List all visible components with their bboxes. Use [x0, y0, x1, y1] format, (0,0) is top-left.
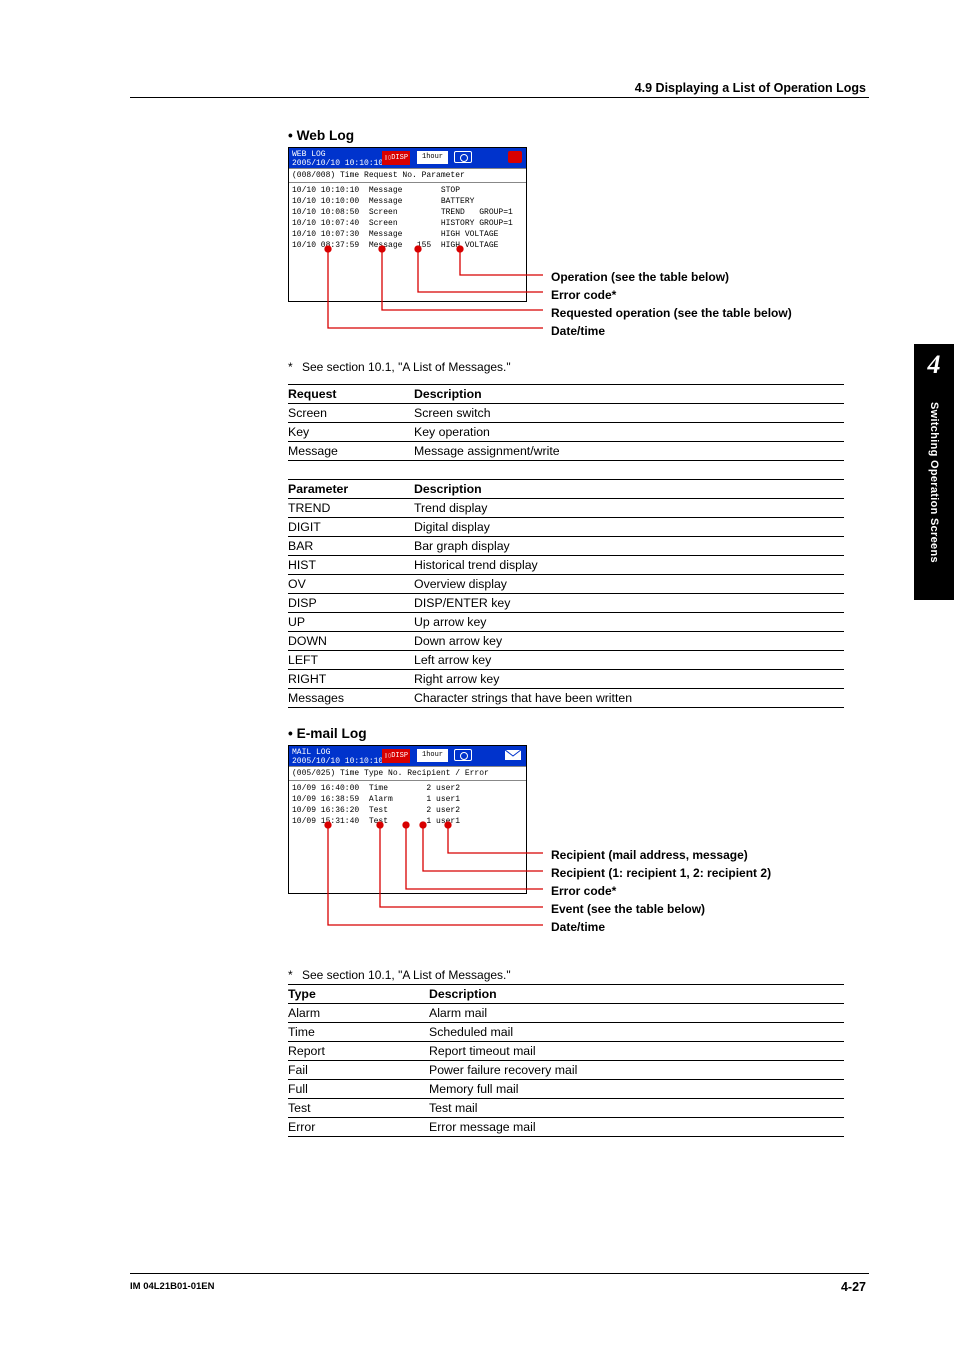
table-row: OVOverview display	[288, 575, 844, 594]
footer-doc-id: IM 04L21B01-01EN	[130, 1281, 214, 1292]
log-row: 10/09 16:38:59 Alarm 1 user1	[292, 794, 523, 805]
emaillog-body: 10/09 16:40:00 Time 2 user210/09 16:38:5…	[289, 781, 526, 847]
type-table: TypeDescription AlarmAlarm mailTimeSched…	[288, 984, 844, 1137]
disp-chip: ▯▯DISP	[382, 749, 410, 763]
mail-icon	[504, 749, 522, 761]
table-row: HISTHistorical trend display	[288, 556, 844, 575]
log-row: 10/09 16:36:20 Test 2 user2	[292, 805, 523, 816]
callout-recipient-msg: Recipient (mail address, message)	[551, 846, 771, 864]
emaillog-callout-labels: Recipient (mail address, message) Recipi…	[551, 846, 771, 936]
table-row: AlarmAlarm mail	[288, 1004, 844, 1023]
table-row: RIGHTRight arrow key	[288, 670, 844, 689]
log-row: 10/10 10:10:00 Message BATTERY	[292, 196, 523, 207]
callout-errorcode: Error code*	[551, 286, 792, 304]
table-row: FullMemory full mail	[288, 1080, 844, 1099]
table-row: TimeScheduled mail	[288, 1023, 844, 1042]
weblog-footnote: *See section 10.1, "A List of Messages."	[288, 360, 844, 374]
table-row: DIGITDigital display	[288, 518, 844, 537]
table-row: FailPower failure recovery mail	[288, 1061, 844, 1080]
table-row: LEFTLeft arrow key	[288, 651, 844, 670]
emaillog-column-header: (005/025) Time Type No. Recipient / Erro…	[289, 766, 526, 781]
table-row: TestTest mail	[288, 1099, 844, 1118]
hour-chip: 1hour	[417, 749, 448, 762]
chapter-title: Switching Operation Screens	[928, 402, 940, 592]
th-description: Description	[414, 480, 844, 499]
table-row: ErrorError message mail	[288, 1118, 844, 1137]
weblog-body: 10/10 10:10:10 Message STOP10/10 10:10:0…	[289, 183, 526, 255]
header-rule	[130, 97, 869, 98]
table-row: BARBar graph display	[288, 537, 844, 556]
th-parameter: Parameter	[288, 480, 414, 499]
eye-icon	[454, 749, 472, 761]
speaker-icon	[508, 151, 522, 163]
hour-chip: 1hour	[417, 151, 448, 164]
th-request: Request	[288, 385, 414, 404]
callout-event: Event (see the table below)	[551, 900, 771, 918]
log-row: 10/10 10:08:50 Screen TREND GROUP=1	[292, 207, 523, 218]
weblog-titlebar: WEB LOG 2005/10/10 10:10:10 ▯▯DISP 1hour	[289, 148, 526, 168]
footer-rule	[130, 1273, 869, 1274]
log-row: 10/09 16:40:00 Time 2 user2	[292, 783, 523, 794]
callout-datetime: Date/time	[551, 918, 771, 936]
footer-page-number: 4-27	[841, 1280, 866, 1294]
log-row: 10/09 15:31:40 Test 1 user1	[292, 816, 523, 827]
callout-recipient-num: Recipient (1: recipient 1, 2: recipient …	[551, 864, 771, 882]
weblog-column-header: (008/008) Time Request No. Parameter	[289, 168, 526, 183]
callout-requested-op: Requested operation (see the table below…	[551, 304, 792, 322]
table-row: TRENDTrend display	[288, 499, 844, 518]
table-row: UPUp arrow key	[288, 613, 844, 632]
emaillog-footnote: *See section 10.1, "A List of Messages."	[288, 968, 844, 982]
weblog-screenshot: WEB LOG 2005/10/10 10:10:10 ▯▯DISP 1hour…	[288, 147, 527, 302]
parameter-table: ParameterDescription TRENDTrend displayD…	[288, 479, 844, 708]
th-type: Type	[288, 985, 429, 1004]
chapter-side-tab: 4 Switching Operation Screens	[914, 344, 954, 600]
th-description: Description	[414, 385, 844, 404]
table-row: MessagesCharacter strings that have been…	[288, 689, 844, 708]
table-row: ReportReport timeout mail	[288, 1042, 844, 1061]
log-row: 10/10 10:10:10 Message STOP	[292, 185, 523, 196]
emaillog-screenshot: MAIL LOG 2005/10/10 10:10:10 ▯▯DISP 1hou…	[288, 745, 527, 894]
callout-errorcode: Error code*	[551, 882, 771, 900]
table-row: DISPDISP/ENTER key	[288, 594, 844, 613]
emaillog-titlebar: MAIL LOG 2005/10/10 10:10:10 ▯▯DISP 1hou…	[289, 746, 526, 766]
table-row: KeyKey operation	[288, 423, 844, 442]
eye-icon	[454, 151, 472, 163]
table-row: MessageMessage assignment/write	[288, 442, 844, 461]
weblog-callout-labels: Operation (see the table below) Error co…	[551, 268, 792, 340]
table-row: DOWNDown arrow key	[288, 632, 844, 651]
weblog-heading: Web Log	[288, 128, 844, 143]
log-row: 10/10 10:07:30 Message HIGH VOLTAGE	[292, 229, 523, 240]
chapter-number: 4	[914, 344, 954, 380]
disp-chip: ▯▯DISP	[382, 151, 410, 165]
request-table: RequestDescription ScreenScreen switchKe…	[288, 384, 844, 461]
section-header: 4.9 Displaying a List of Operation Logs	[635, 81, 866, 95]
emaillog-heading: E-mail Log	[288, 726, 844, 741]
callout-datetime: Date/time	[551, 322, 792, 340]
callout-operation: Operation (see the table below)	[551, 268, 792, 286]
log-row: 10/10 08:37:59 Message 155 HIGH VOLTAGE	[292, 240, 523, 251]
table-row: ScreenScreen switch	[288, 404, 844, 423]
log-row: 10/10 10:07:40 Screen HISTORY GROUP=1	[292, 218, 523, 229]
th-description: Description	[429, 985, 844, 1004]
